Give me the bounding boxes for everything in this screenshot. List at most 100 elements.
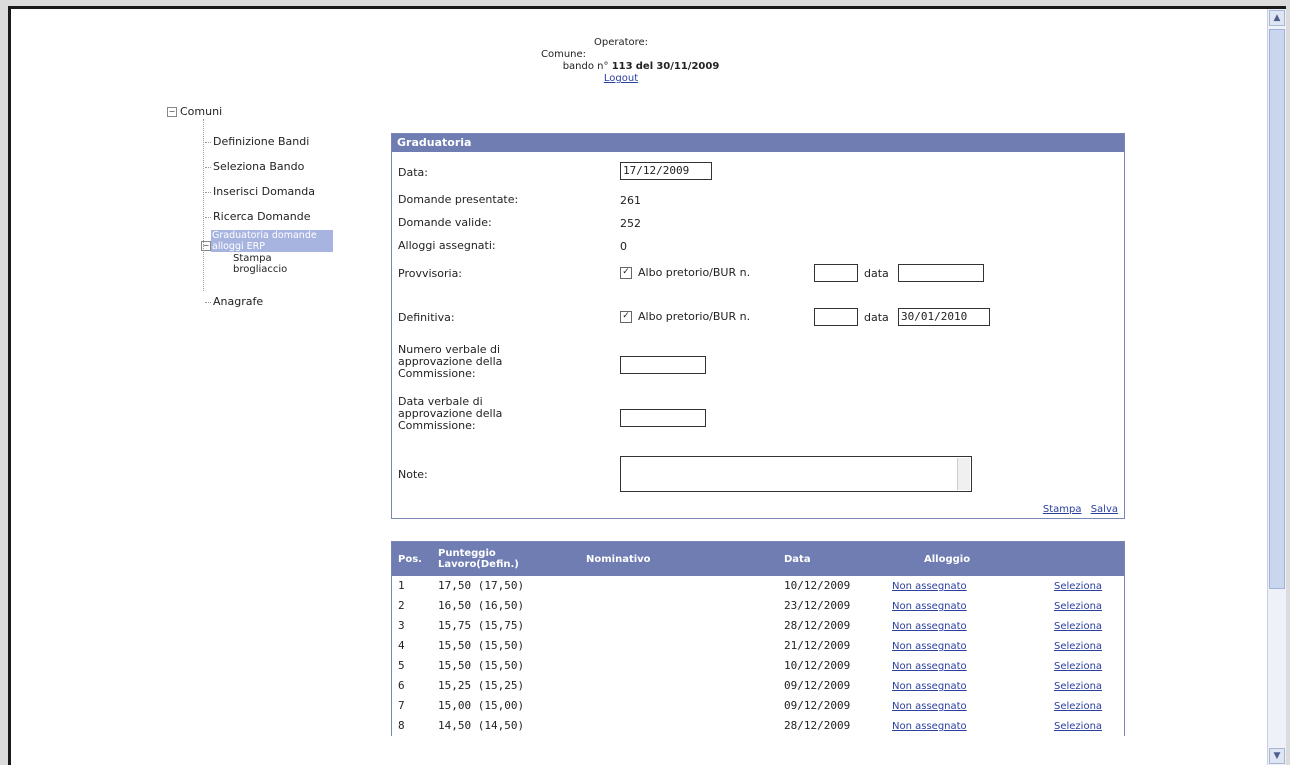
valide-label: Domande valide: [398,216,492,229]
cell-data: 28/12/2009 [784,719,851,732]
cell-azione: Seleziona [1054,616,1102,637]
cell-punteggio: 15,50 (15,50) [438,659,525,672]
stampa-link[interactable]: Stampa [1043,504,1082,515]
note-label: Note: [398,468,428,481]
graduatoria-panel: Graduatoria Data: 17/12/2009 Domande pre… [391,133,1125,519]
cell-alloggio: Non assegnato [892,636,967,657]
operatore-label: Operatore: [593,37,649,48]
header-punteggio: Punteggio Lavoro(Defin.) [438,548,519,570]
seleziona-link[interactable]: Seleziona [1054,681,1102,692]
collapse-icon[interactable]: − [167,107,177,117]
cell-punteggio: 16,50 (16,50) [438,599,525,612]
definitiva-albo-label: Albo pretorio/BUR n. [638,310,751,323]
definitiva-row: ✓ Albo pretorio/BUR n. [620,310,750,323]
cell-pos: 4 [398,639,405,652]
provvisoria-row: ✓ Albo pretorio/BUR n. [620,266,750,279]
seleziona-link[interactable]: Seleziona [1054,721,1102,732]
cell-punteggio: 14,50 (14,50) [438,719,525,732]
cell-alloggio: Non assegnato [892,676,967,697]
alloggio-link[interactable]: Non assegnato [892,681,967,692]
cell-data: 09/12/2009 [784,679,851,692]
header-nominativo: Nominativo [586,553,651,565]
verbale-data-label: Data verbale di approvazione della Commi… [398,395,503,432]
definitiva-data-label: data [864,311,889,324]
alloggio-link[interactable]: Non assegnato [892,641,967,652]
table-row: 4 15,50 (15,50) 21/12/2009 Non assegnato Sel… [392,636,1124,656]
tree-item-graduatoria[interactable]: Graduatoria domande alloggi ERP [211,230,333,252]
definitiva-checkbox[interactable]: ✓ [620,311,632,323]
cell-alloggio: Non assegnato [892,596,967,617]
cell-pos: 1 [398,579,405,592]
seleziona-link[interactable]: Seleziona [1054,581,1102,592]
seleziona-link[interactable]: Seleziona [1054,701,1102,712]
valide-value: 252 [620,217,641,230]
panel-title: Graduatoria [392,134,1124,152]
cell-alloggio: Non assegnato [892,696,967,717]
tree-item-seleziona-bando[interactable]: Seleziona Bando [205,160,304,173]
tree-item-stampa-brogliaccio[interactable]: Stampa brogliaccio [233,253,313,275]
cell-azione: Seleziona [1054,636,1102,657]
cell-data: 21/12/2009 [784,639,851,652]
cell-data: 28/12/2009 [784,619,851,632]
header-pos: Pos. [398,553,422,565]
cell-alloggio: Non assegnato [892,656,967,677]
alloggio-link[interactable]: Non assegnato [892,701,967,712]
cell-pos: 7 [398,699,405,712]
verbale-data-input[interactable] [620,409,706,427]
note-scrollbar[interactable] [957,458,970,490]
seleziona-link[interactable]: Seleziona [1054,641,1102,652]
note-textarea[interactable] [620,456,972,492]
scroll-thumb[interactable] [1269,29,1285,589]
tree-item-definizione-bandi[interactable]: Definizione Bandi [205,135,309,148]
alloggio-link[interactable]: Non assegnato [892,661,967,672]
cell-azione: Seleziona [1054,696,1102,717]
presentate-value: 261 [620,194,641,207]
cell-alloggio: Non assegnato [892,576,967,597]
alloggio-link[interactable]: Non assegnato [892,621,967,632]
seleziona-link[interactable]: Seleziona [1054,661,1102,672]
provvisoria-albo-input[interactable] [814,264,858,282]
alloggio-link[interactable]: Non assegnato [892,601,967,612]
seleziona-link[interactable]: Seleziona [1054,621,1102,632]
alloggio-link[interactable]: Non assegnato [892,581,967,592]
panel-actions: Stampa Salva [1037,504,1118,515]
vertical-scrollbar[interactable]: ▲ ▼ [1267,9,1286,765]
tree-root-label: Comuni [180,105,223,118]
definitiva-data-input[interactable]: 30/01/2010 [898,308,990,326]
seleziona-link[interactable]: Seleziona [1054,601,1102,612]
presentate-label: Domande presentate: [398,193,519,206]
provvisoria-albo-label: Albo pretorio/BUR n. [638,266,751,279]
alloggio-link[interactable]: Non assegnato [892,721,967,732]
cell-alloggio: Non assegnato [892,616,967,637]
alloggi-label: Alloggi assegnati: [398,239,496,252]
tree-item-ricerca-domande[interactable]: Ricerca Domande [205,210,310,223]
provvisoria-checkbox[interactable]: ✓ [620,267,632,279]
alloggi-value: 0 [620,240,627,253]
bando-date: 30/11/2009 [656,61,720,72]
cell-pos: 5 [398,659,405,672]
verbale-num-input[interactable] [620,356,706,374]
tree-item-inserisci-domanda[interactable]: Inserisci Domanda [205,185,315,198]
scroll-down-icon[interactable]: ▼ [1269,748,1285,764]
header-data: Data [784,553,811,565]
bando-text: bando n° [562,61,609,72]
definitiva-label: Definitiva: [398,311,455,324]
tree-root[interactable]: − Comuni [167,105,222,118]
cell-punteggio: 15,00 (15,00) [438,699,525,712]
provvisoria-data-input[interactable] [898,264,984,282]
scroll-up-icon[interactable]: ▲ [1269,10,1285,26]
table-row: 6 15,25 (15,25) 09/12/2009 Non assegnato Sel… [392,676,1124,696]
cell-data: 10/12/2009 [784,659,851,672]
provvisoria-data-label: data [864,267,889,280]
salva-link[interactable]: Salva [1091,504,1118,515]
logout-link[interactable]: Logout [604,73,638,84]
bando-info: bando n° 113 del 30/11/2009 [481,61,761,73]
browser-viewport: Operatore: Comune: bando n° 113 del 30/1… [8,6,1286,765]
tree-line [203,119,204,291]
definitiva-albo-input[interactable] [814,308,858,326]
cell-azione: Seleziona [1054,716,1102,737]
data-input[interactable]: 17/12/2009 [620,162,712,180]
table-row: 1 17,50 (17,50) 10/12/2009 Non assegnato Sel… [392,576,1124,596]
tree-item-anagrafe[interactable]: Anagrafe [205,295,263,308]
collapse-icon[interactable]: − [201,241,211,251]
